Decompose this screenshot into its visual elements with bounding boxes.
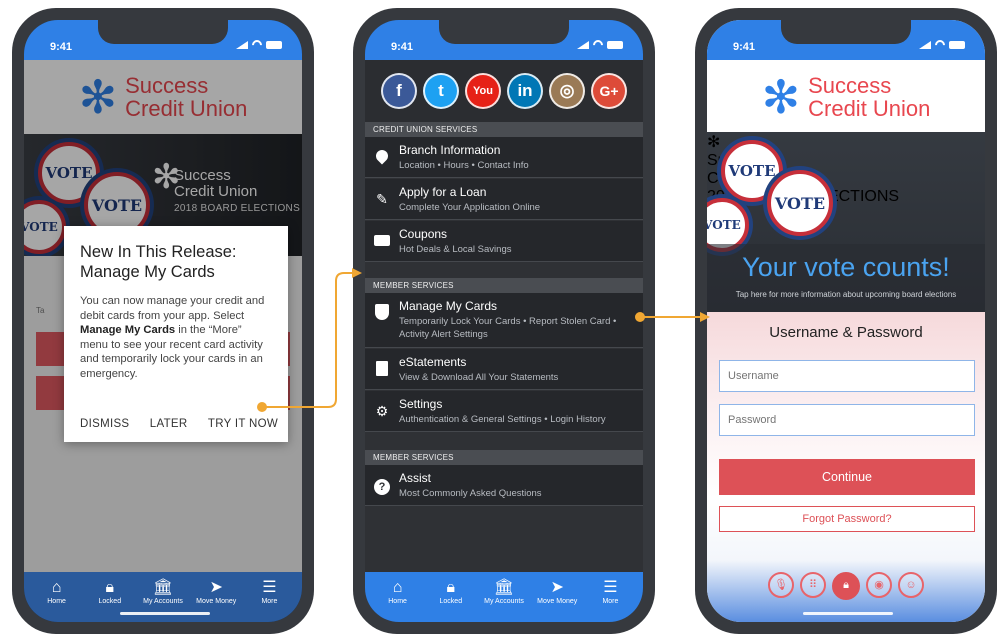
connector-2 [635, 312, 710, 322]
connector-1 [257, 268, 362, 412]
flow-connectors [257, 268, 710, 412]
